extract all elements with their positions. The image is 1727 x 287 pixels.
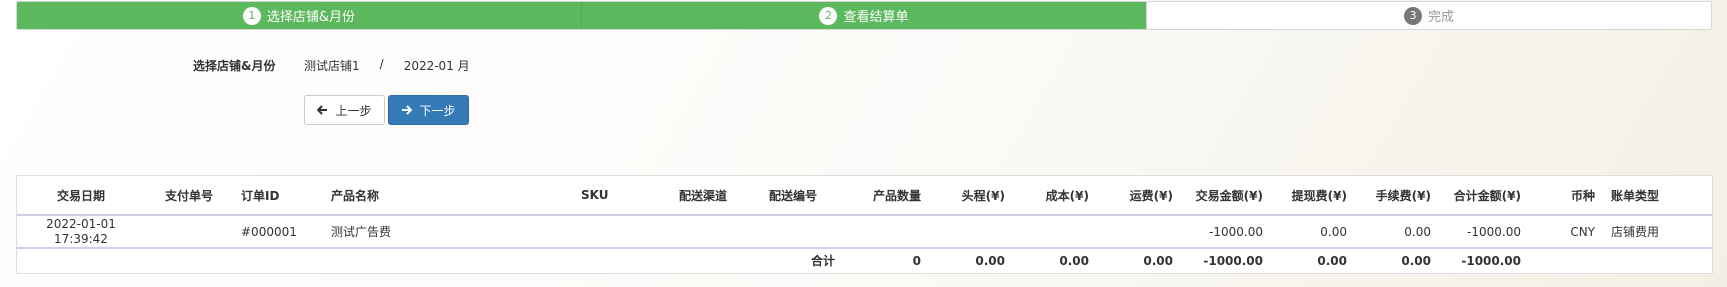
cell-trade-date: 2022-01-01 17:39:42 [17,215,145,248]
col-currency: 币种 [1529,176,1603,216]
sum-service-fee: 0.00 [1401,253,1431,268]
cell-product-name: 测试广告费 [331,225,392,239]
cell-service-fee: 0.00 [1404,224,1431,239]
step-2-number: 2 [819,6,838,25]
col-total: 合计金额(¥) [1439,176,1529,216]
cell-qty [843,215,929,248]
step-3-label: 完成 [1427,10,1454,25]
cell-delivery-no [743,215,843,248]
sum-empty [1603,248,1712,272]
sum-empty [323,248,573,272]
cell-sku [573,215,663,248]
next-step-button[interactable]: 下一步 [388,95,469,125]
summary-label: 合计 [810,254,835,268]
prev-step-label: 上一步 [335,103,372,118]
col-cost: 成本(¥) [1013,176,1097,216]
col-withdraw-fee: 提现费(¥) [1271,176,1355,216]
sum-qty: 0 [912,253,921,268]
sum-trade-amount: -1000.00 [1203,253,1263,268]
arrow-left-icon [317,105,328,115]
cell-payment-no [145,215,233,248]
step-2-label: 查看结算单 [843,10,909,25]
table-row: 2022-01-01 17:39:42 #000001 测试广告费 -1000.… [17,215,1712,248]
step-view-statement: 2 查看结算单 [581,2,1146,29]
cell-freight [1097,215,1181,248]
prev-step-button[interactable]: 上一步 [304,95,385,125]
col-delivery-no: 配送编号 [743,176,843,216]
sum-empty [1529,248,1603,272]
sum-empty [145,248,233,272]
cell-trade-amount: -1000.00 [1209,224,1263,239]
sum-empty [17,248,145,272]
col-trade-date: 交易日期 [17,176,145,216]
statement-table: 交易日期 支付单号 订单ID 产品名称 SKU 配送渠道 配送编号 产品数量 头… [16,175,1713,274]
sum-cost: 0.00 [1059,253,1089,268]
store-month-label: 选择店铺&月份 [193,59,276,73]
separator: / [379,57,384,71]
col-first-leg: 头程(¥) [929,176,1013,216]
col-channel: 配送渠道 [663,176,743,216]
time-line: 17:39:42 [54,231,108,246]
step-1-number: 1 [242,6,261,25]
next-step-label: 下一步 [419,103,456,118]
table-header-row: 交易日期 支付单号 订单ID 产品名称 SKU 配送渠道 配送编号 产品数量 头… [17,176,1712,216]
col-service-fee: 手续费(¥) [1355,176,1439,216]
col-trade-amount: 交易金额(¥) [1181,176,1271,216]
summary-row: 合计 0 0.00 0.00 0.00 -1000.00 0.00 0.00 -… [17,248,1712,272]
step-1-label: 选择店铺&月份 [266,10,356,25]
month-value: 2022-01 月 [403,59,470,73]
cell-withdraw-fee: 0.00 [1320,224,1347,239]
step-select-store: 1 选择店铺&月份 [17,2,581,29]
cell-total: -1000.00 [1467,224,1521,239]
sum-freight: 0.00 [1143,253,1173,268]
cell-first-leg [929,215,1013,248]
wizard-steps: 1 选择店铺&月份 2 查看结算单 3 完成 [16,1,1712,30]
step-complete: 3 完成 [1146,2,1711,29]
date-line: 2022-01-01 [46,216,116,231]
cell-order-id: #000001 [241,224,297,239]
sum-empty [573,248,663,272]
store-name: 测试店铺1 [304,59,360,73]
col-qty: 产品数量 [843,176,929,216]
sum-empty [663,248,743,272]
col-sku: SKU [573,176,663,216]
cell-channel [663,215,743,248]
cell-bill-type: 店铺费用 [1611,225,1660,239]
sum-withdraw-fee: 0.00 [1317,253,1347,268]
cell-currency: CNY [1570,224,1595,239]
col-payment-no: 支付单号 [145,176,233,216]
col-order-id: 订单ID [233,176,323,216]
cell-cost [1013,215,1097,248]
sum-empty [233,248,323,272]
arrow-right-icon [402,105,413,115]
sum-first-leg: 0.00 [975,253,1005,268]
col-freight: 运费(¥) [1097,176,1181,216]
step-3-number: 3 [1403,6,1422,25]
sum-total: -1000.00 [1461,253,1521,268]
store-month-value: 测试店铺1 / 2022-01 月 [304,57,470,74]
col-bill-type: 账单类型 [1603,176,1712,216]
col-product-name: 产品名称 [323,176,573,216]
